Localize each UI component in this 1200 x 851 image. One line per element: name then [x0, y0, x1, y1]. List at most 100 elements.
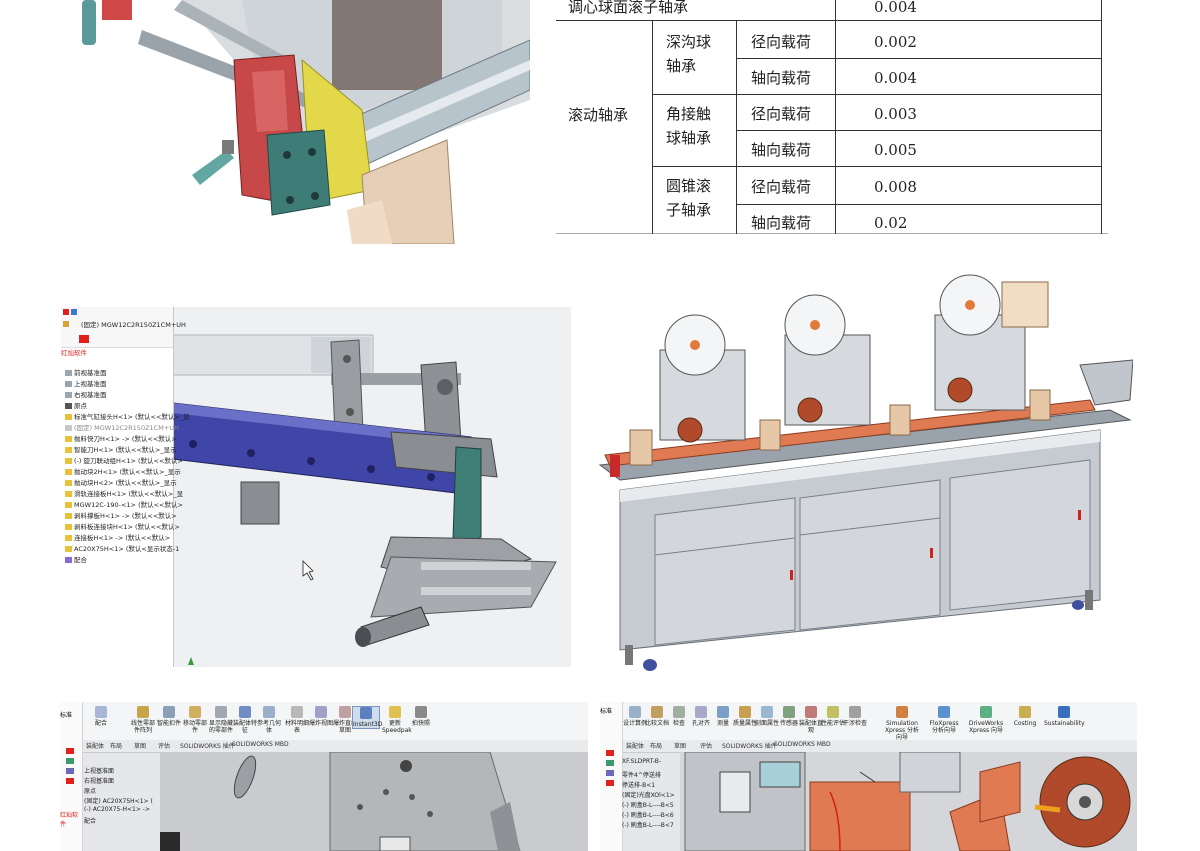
group-label-rolling: 滚动轴承 [568, 106, 629, 124]
tree-label: 标准 [600, 708, 613, 715]
tree-item[interactable]: 原点 [84, 786, 153, 796]
smart-fasteners-button[interactable]: 智能扣件 [156, 706, 182, 727]
tree-item[interactable]: (-) 旋刀联动组H<1> (默认<<默认> [65, 455, 183, 465]
tab-layout[interactable]: 布局 [110, 741, 122, 750]
cad-viewport[interactable] [600, 752, 1137, 851]
tree-item[interactable]: 原点 [65, 400, 87, 410]
tree-item[interactable]: 抛动块H<2> (默认<<默认>_显示 [65, 477, 177, 487]
display-icon[interactable] [63, 309, 69, 315]
machine-render-image [598, 274, 1133, 671]
part-icon [65, 513, 72, 519]
tree-item[interactable]: 右视基准面 [65, 389, 107, 399]
feature-tree: 零件4^停送排 停送排-B<1 (固定)光盘XOl<1> (-) 刷盒B-L--… [622, 770, 675, 830]
tree-item[interactable]: (-) 刷盒B-L----B<6 [622, 810, 675, 820]
tab-mbd[interactable]: SOLIDWORKS MBD [774, 741, 831, 748]
interference-button[interactable]: 干涉检查 [842, 706, 868, 727]
exploded-view-button[interactable]: 爆炸视图 [308, 706, 334, 727]
circle-icon[interactable] [66, 768, 74, 774]
tree-side-toolbar: 标准 红灿软件 [60, 702, 83, 851]
rect-icon[interactable] [66, 778, 74, 784]
tree-item[interactable]: 标准气缸接头H<1> (默认<<默认>_显 [65, 411, 190, 421]
simulationxpress-button[interactable]: Simulation Xpress 分析向导 [882, 706, 922, 741]
arc-icon[interactable] [606, 750, 614, 756]
plane-icon [65, 370, 72, 376]
part-icon [65, 436, 72, 442]
mate-button[interactable]: 配合 [88, 706, 114, 727]
show-hidden-button[interactable]: 显示隐藏的零部件 [208, 706, 234, 734]
tree-item[interactable]: 上视基准面 [84, 766, 153, 776]
circle-icon[interactable] [606, 770, 614, 776]
tree-item[interactable]: 滑轨连接板H<1> (默认<<默认>_显 [65, 488, 183, 498]
tree-side-toolbar: 标准 [600, 702, 623, 851]
load-value: 0.004 [874, 69, 917, 87]
load-value: 0.003 [874, 105, 917, 123]
brand-label: 红灿软件 [60, 812, 79, 828]
line-icon[interactable] [606, 760, 614, 766]
instant3d-button[interactable]: Instant3D [352, 706, 382, 729]
floxpress-button[interactable]: FloXpress 分析向导 [926, 706, 962, 734]
file-label: XF.SLDPRT-B- [622, 758, 661, 765]
move-component-button[interactable]: 移动零部件 [182, 706, 208, 734]
driveworksxpress-button[interactable]: DriveWorks Xpress 向导 [966, 706, 1006, 734]
reference-geometry-button[interactable]: 参考几何体 [256, 706, 282, 734]
tree-item[interactable]: (固定) AC20X75H<1> ( [84, 796, 153, 806]
row-label-spherical: 调心球面滚子轴承 [568, 0, 689, 16]
color-swatch-icon[interactable] [79, 335, 89, 343]
tab-evaluate[interactable]: 评估 [700, 741, 712, 750]
tab-sketch[interactable]: 草图 [674, 741, 686, 750]
load-value: 0.008 [874, 178, 917, 196]
tree-item[interactable]: 抛动块2H<1> (默认<<默认>_显示 [65, 466, 181, 476]
subgroup-tapered: 圆锥滚子轴承 [666, 177, 712, 219]
tree-item[interactable]: 右视基准面 [84, 776, 153, 786]
line-icon[interactable] [66, 758, 74, 764]
folder-icon[interactable] [63, 321, 69, 327]
tab-sketch[interactable]: 草图 [134, 741, 146, 750]
load-label: 径向载荷 [751, 178, 812, 196]
part-icon [65, 414, 72, 420]
tree-item[interactable]: (固定)光盘XOl<1> [622, 790, 675, 800]
part-icon [65, 491, 72, 497]
tab-assembly[interactable]: 装配体 [626, 741, 644, 750]
tab-addins[interactable]: SOLIDWORKS 插件 [722, 741, 777, 750]
bom-button[interactable]: 材料明细表 [284, 706, 310, 734]
tab-assembly[interactable]: 装配体 [86, 741, 104, 750]
speedpak-button[interactable]: 更新Speedpak [382, 706, 412, 734]
costing-button[interactable]: Costing [1010, 706, 1040, 727]
tree-item[interactable]: (-) AC20X75-H<1> -> [84, 806, 153, 816]
tree-item[interactable]: (-) 刷盒B-L----B<7 [622, 820, 675, 830]
tree-item[interactable]: MGW12C-190-<1> (默认<<默认> [65, 499, 183, 509]
load-label: 轴向载荷 [751, 69, 812, 87]
tree-item[interactable]: 配合 [65, 554, 87, 564]
tab-mbd[interactable]: SOLIDWORKS MBD [232, 741, 289, 748]
tree-item[interactable]: 停送排-B<1 [622, 780, 675, 790]
sustainability-button[interactable]: Sustainability [1044, 706, 1085, 727]
solidworks-screenshot-right: 设计算例 比较文档 检查 孔对齐 测量 质量属性 剖面属性 传感器 装配体直观 … [600, 702, 1137, 851]
plane-icon [65, 381, 72, 387]
tree-item[interactable]: (固定) MGW12C2R150Z1CM+UH [81, 319, 186, 329]
cad-assembly-screenshot: 红灿软件 (固定) MGW12C2R150Z1CM+UH 前视基准面 上视基准面… [61, 307, 571, 667]
tree-item[interactable]: (固定) MGW12C2R150Z1CM+UH [65, 422, 179, 432]
tree-item[interactable]: 智能刀H<1> (默认<<默认>_显示 [65, 444, 177, 454]
tree-item[interactable]: 剥料撑板H<1> -> (默认<<默认> [65, 510, 177, 520]
tab-layout[interactable]: 布局 [650, 741, 662, 750]
tree-item[interactable]: 剥料板连接块H<1> (默认<<默认> [65, 521, 180, 531]
search-icon[interactable] [71, 309, 77, 315]
tree-item[interactable]: 上视基准面 [65, 378, 107, 388]
tree-item[interactable]: 抛料快刀H<1> -> (默认<<默认> [65, 433, 177, 443]
plane-icon [65, 392, 72, 398]
tree-item[interactable]: 前视基准面 [65, 367, 107, 377]
tree-item[interactable]: 连接板H<1> -> (默认<<默认> [65, 532, 170, 542]
tree-item[interactable]: 配合 [84, 816, 153, 826]
assembly-features-button[interactable]: 装配体特征 [232, 706, 258, 734]
arc-icon[interactable] [66, 748, 74, 754]
tab-addins[interactable]: SOLIDWORKS 插件 [180, 741, 235, 750]
part-icon [65, 469, 72, 475]
tab-evaluate[interactable]: 评估 [158, 741, 170, 750]
rect-icon[interactable] [606, 780, 614, 786]
tree-item[interactable]: AC20X75H<1> (默认<显示状态-1 [65, 543, 179, 553]
snapshot-button[interactable]: 拍快照 [408, 706, 434, 727]
tree-item[interactable]: (-) 刷盒B-L----B<5 [622, 800, 675, 810]
linear-pattern-button[interactable]: 线性零部件阵列 [130, 706, 156, 734]
load-value: 0.002 [874, 33, 917, 51]
tree-item[interactable]: 零件4^停送排 [622, 770, 675, 780]
